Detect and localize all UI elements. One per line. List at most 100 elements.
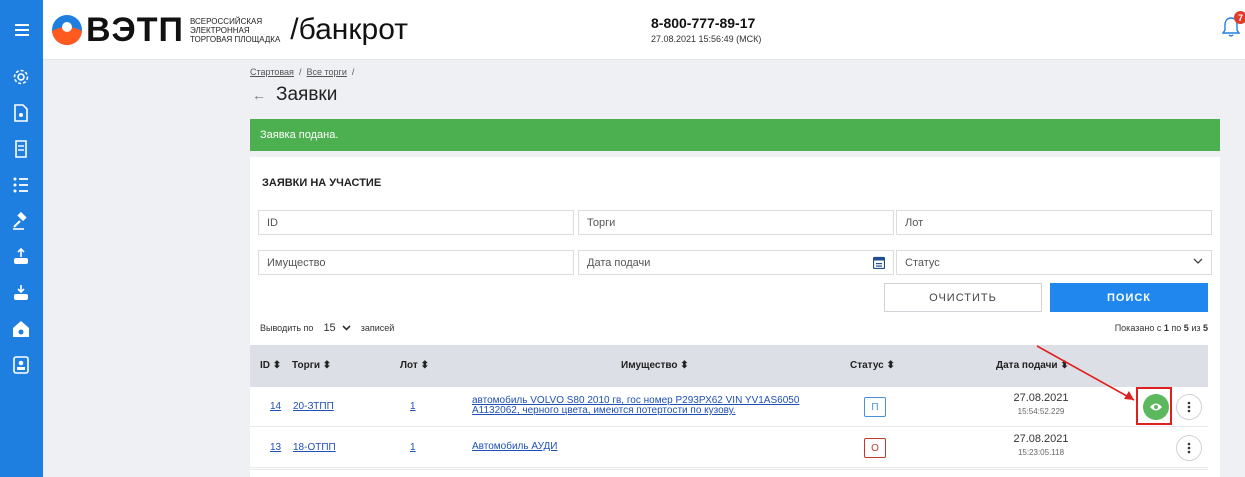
menu-toggle-button[interactable] (0, 0, 43, 60)
row-auction-link[interactable]: 18-ОТПП (293, 442, 336, 453)
row-auction-link[interactable]: 20-ЗТПП (293, 401, 334, 412)
per-page-label: Выводить по (260, 323, 314, 333)
status-badge-text: О (871, 442, 879, 454)
more-vertical-icon (1187, 442, 1191, 454)
server-datetime: 27.08.2021 15:56:49 (МСК) (651, 34, 762, 44)
auctions-filter-placeholder: Торги (587, 216, 616, 229)
row-actions-button[interactable] (1176, 435, 1202, 461)
receipt-icon (15, 140, 27, 158)
status-badge: П (864, 397, 886, 417)
clear-button[interactable]: ОЧИСТИТЬ (884, 283, 1042, 312)
document-star-icon (14, 104, 28, 122)
row-actions-button[interactable] (1176, 394, 1202, 420)
breadcrumb: Стартовая / Все торги / (250, 67, 354, 77)
shown-records-summary: Показано с 1 по 5 из 5 (1115, 323, 1208, 333)
shown-from: 1 (1163, 323, 1169, 333)
column-header-status[interactable]: Статус ⬍ (850, 360, 895, 371)
success-alert-text: Заявка подана. (260, 129, 339, 141)
sort-icon: ⬍ (1060, 360, 1069, 371)
back-arrow-icon[interactable]: ← (252, 87, 272, 103)
records-label: записей (360, 323, 395, 333)
upload-box-icon (14, 248, 28, 264)
download-box-icon (14, 285, 28, 300)
sort-icon: ⬍ (886, 360, 895, 371)
breadcrumb-home-link[interactable]: Стартовая (250, 67, 294, 77)
breadcrumb-separator: / (351, 67, 355, 77)
notifications-button[interactable]: 7 (1221, 11, 1245, 42)
sort-icon: ⬍ (322, 360, 332, 371)
property-filter-placeholder: Имущество (267, 256, 326, 269)
table-row: 14 20-ЗТПП 1 автомобиль VOLVO S80 2010 г… (250, 387, 1208, 427)
row-date: 27.08.2021 (1013, 392, 1069, 404)
date-filter-placeholder: Дата подачи (587, 256, 651, 269)
property-filter-input[interactable]: Имущество (258, 250, 574, 275)
column-header-lot[interactable]: Лот ⬍ (400, 360, 429, 371)
status-filter-select[interactable]: Статус (896, 250, 1212, 275)
sort-icon: ⬍ (680, 360, 689, 371)
per-page-control: Выводить по 15 записей (260, 320, 394, 336)
gavel-icon (13, 212, 27, 230)
row-lot-link[interactable]: 1 (410, 442, 416, 453)
sidebar-item-settings[interactable] (10, 66, 32, 88)
shown-to-label: по (1171, 323, 1182, 333)
lot-filter-input[interactable]: Лот (896, 210, 1212, 235)
id-filter-input[interactable]: ID (258, 210, 574, 235)
shown-prefix: Показано с (1114, 323, 1162, 333)
applications-panel: ЗАЯВКИ НА УЧАСТИЕ ID Торги Лот Имущество… (250, 157, 1220, 477)
row-time: 15:23:05.118 (1017, 448, 1065, 457)
sort-icon: ⬍ (420, 360, 429, 371)
bank-house-icon (13, 321, 29, 337)
column-header-date[interactable]: Дата подачи ⬍ (996, 360, 1069, 371)
row-time: 15:54:52.229 (1017, 407, 1065, 416)
shown-to: 5 (1183, 323, 1189, 333)
status-badge-text: П (871, 401, 879, 413)
page-title: Заявки (276, 84, 338, 105)
row-property-link[interactable]: Автомобиль АУДИ (472, 442, 557, 452)
row-lot-link[interactable]: 1 (410, 401, 416, 412)
sidebar-item-auctions[interactable] (10, 210, 32, 232)
more-vertical-icon (1187, 401, 1191, 413)
logo-subtitle-line: ТОРГОВАЯ ПЛОЩАДКА (189, 34, 281, 44)
per-page-value: 15 (323, 322, 336, 334)
hamburger-icon (14, 24, 29, 36)
column-header-auctions[interactable]: Торги ⬍ (292, 360, 331, 371)
status-filter-placeholder: Статус (905, 256, 940, 269)
table-header: ID ⬍ Торги ⬍ Лот ⬍ Имущество ⬍ Статус ⬍ … (250, 345, 1208, 387)
sidebar-item-registry[interactable] (10, 354, 32, 376)
lot-filter-placeholder: Лот (905, 216, 924, 229)
column-header-property[interactable]: Имущество ⬍ (621, 360, 689, 371)
site-logo[interactable]: ВЭТП ВСЕРОССИЙСКАЯ ЭЛЕКТРОННАЯ ТОРГОВАЯ … (52, 12, 408, 48)
section-name: /банкрот (290, 13, 408, 46)
chevron-down-icon (1193, 258, 1203, 264)
logo-subtitle-line: ВСЕРОССИЙСКАЯ (189, 16, 263, 26)
column-header-id[interactable]: ID ⬍ (260, 360, 281, 371)
per-page-select[interactable]: 15 (319, 320, 354, 336)
registry-icon (13, 356, 29, 374)
calendar-icon[interactable] (873, 256, 885, 269)
sidebar-item-incoming[interactable] (10, 282, 32, 304)
auctions-filter-input[interactable]: Торги (578, 210, 894, 235)
logo-subtitle: ВСЕРОССИЙСКАЯ ЭЛЕКТРОННАЯ ТОРГОВАЯ ПЛОЩА… (190, 17, 280, 44)
support-phone[interactable]: 8-800-777-89-17 (651, 15, 755, 31)
sidebar-item-finance[interactable] (10, 318, 32, 340)
table-row: 13 18-ОТПП 1 Автомобиль АУДИ О 27.08.202… (250, 428, 1208, 468)
id-filter-placeholder: ID (267, 216, 278, 229)
sidebar-item-documents[interactable] (10, 102, 32, 124)
sidebar-item-receipts[interactable] (10, 138, 32, 160)
shown-of-label: из (1191, 323, 1201, 333)
row-id-link[interactable]: 13 (270, 442, 281, 453)
panel-title: ЗАЯВКИ НА УЧАСТИЕ (262, 177, 382, 189)
logo-subtitle-line: ЭЛЕКТРОННАЯ (189, 25, 250, 35)
breadcrumb-all-auctions-link[interactable]: Все торги (307, 67, 347, 77)
row-id-link[interactable]: 14 (270, 401, 281, 412)
search-button[interactable]: ПОИСК (1050, 283, 1208, 312)
row-property-link[interactable]: A1132062, черного цвета, имеются потерто… (472, 406, 736, 416)
sidebar (0, 60, 43, 477)
notifications-badge: 7 (1234, 11, 1245, 24)
status-badge: О (864, 438, 886, 458)
sidebar-item-rankings[interactable] (10, 174, 32, 196)
sidebar-item-outgoing[interactable] (10, 246, 32, 268)
date-filter-input[interactable]: Дата подачи (578, 250, 894, 275)
success-alert: Заявка подана. (250, 119, 1220, 151)
logo-word: ВЭТП (86, 11, 184, 49)
